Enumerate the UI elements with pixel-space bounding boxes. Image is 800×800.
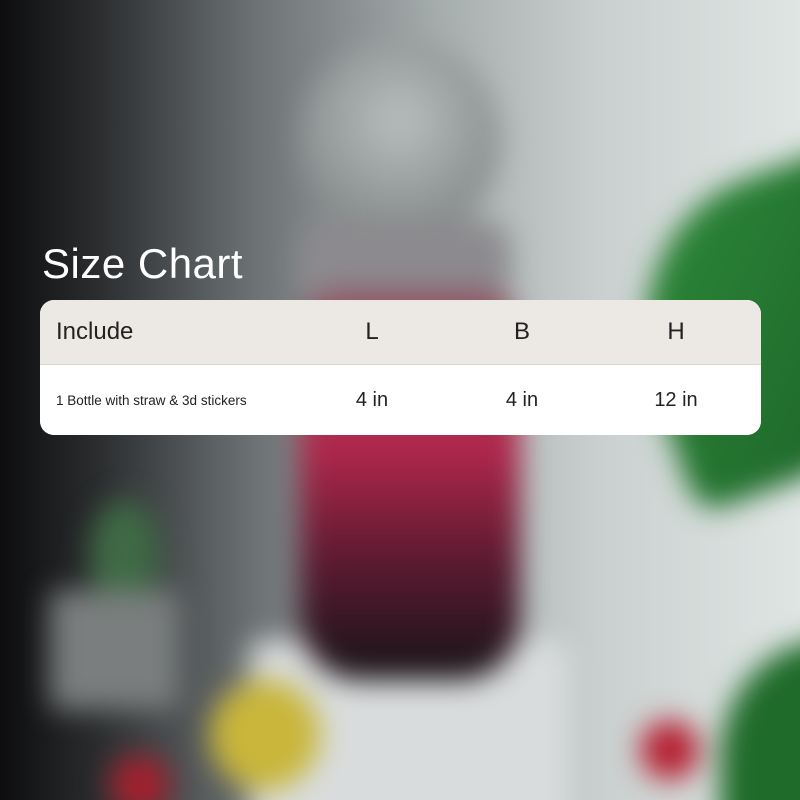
yellow-ball-shape (210, 680, 320, 790)
header-length: L (365, 318, 379, 345)
cell-height: 12 in (654, 388, 698, 411)
pot-shape (50, 590, 180, 710)
header-breadth: B (513, 318, 530, 345)
table-header-row: Include L B H (40, 300, 761, 365)
page-title: Size Chart (42, 240, 244, 287)
leaf-shape-bottom (720, 640, 800, 800)
red-ball-shape (640, 720, 700, 780)
header-include: Include (56, 318, 134, 345)
cell-length: 4 in (355, 388, 389, 411)
table-row: 1 Bottle with straw & 3d stickers 4 in 4… (40, 365, 761, 435)
red-ball-shape-left (110, 755, 170, 800)
cell-breadth: 4 in (505, 388, 539, 411)
header-height: H (667, 318, 685, 345)
cell-include: 1 Bottle with straw & 3d stickers (56, 392, 247, 408)
size-chart-table: Include L B H 1 Bottle with straw & 3d s… (40, 300, 761, 435)
bottle-lid-shape (300, 40, 500, 240)
